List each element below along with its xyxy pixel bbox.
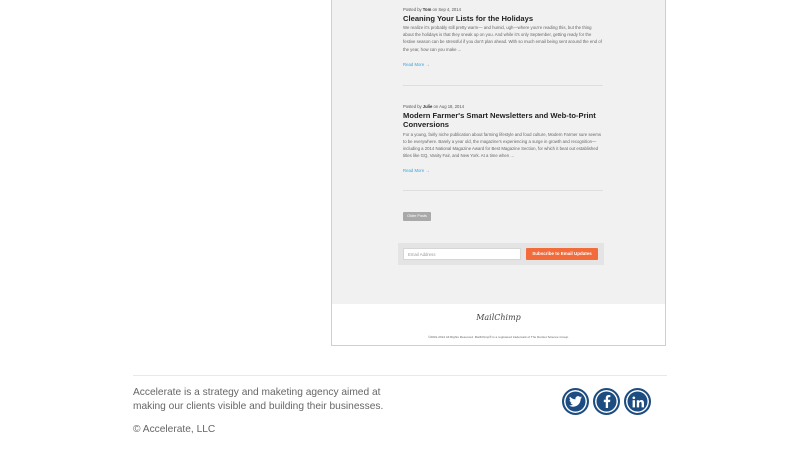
blog-post-1: Posted by Tom on Sep 4, 2014 Cleaning Yo… [403,7,603,71]
post-excerpt: For a young, fairly niche publication ab… [403,131,601,159]
linkedin-icon [631,395,644,407]
post-meta: Posted by Julie on Aug 18, 2014 [403,104,603,110]
subscribe-button[interactable]: Subscribe to Email Updates [526,248,598,260]
post-date: on Sep 4, 2014 [432,7,461,12]
post-divider [403,190,603,191]
post-excerpt: We realize it's probably still pretty wa… [403,25,602,52]
post-divider [403,85,603,86]
post-title[interactable]: Cleaning Your Lists for the Holidays [403,14,603,24]
linkedin-button[interactable] [624,388,651,415]
social-badge [624,388,651,415]
footer-copyright: © Accelerate, LLC [133,424,216,435]
facebook-button[interactable] [593,388,620,415]
post-meta-prefix: Posted by [403,7,422,12]
twitter-icon [569,396,582,407]
post-meta-prefix: Posted by [403,104,422,109]
legal-notice: ©2001-2014 All Rights Reserved. MailChim… [428,335,569,339]
blog-post-2: Posted by Julie on Aug 18, 2014 Modern F… [403,104,603,177]
twitter-button[interactable] [562,388,589,415]
read-more-link[interactable]: Read More → [403,62,430,67]
read-more-link[interactable]: Read More → [403,168,430,173]
newsletter-archive-frame: Posted by Tom on Sep 4, 2014 Cleaning Yo… [331,0,666,346]
post-date: on Aug 18, 2014 [433,104,465,109]
footer-tagline: Accelerate is a strategy and maketing ag… [133,387,384,412]
mailchimp-logo[interactable]: MailChimp [332,313,665,322]
post-author: Julie [422,104,433,109]
post-meta: Posted by Tom on Sep 4, 2014 [403,7,603,13]
post-title[interactable]: Modern Farmer's Smart Newsletters and We… [403,111,603,130]
social-badge [593,388,620,415]
older-posts-button[interactable]: Older Posts [403,212,431,221]
subscribe-form: Subscribe to Email Updates [398,243,604,265]
newsletter-footer: MailChimp ©2001-2014 All Rights Reserved… [332,304,665,345]
social-badge [562,388,589,415]
footer-divider [133,375,667,376]
email-address-input[interactable] [403,248,521,260]
post-author: Tom [422,7,432,12]
facebook-icon [603,395,610,408]
